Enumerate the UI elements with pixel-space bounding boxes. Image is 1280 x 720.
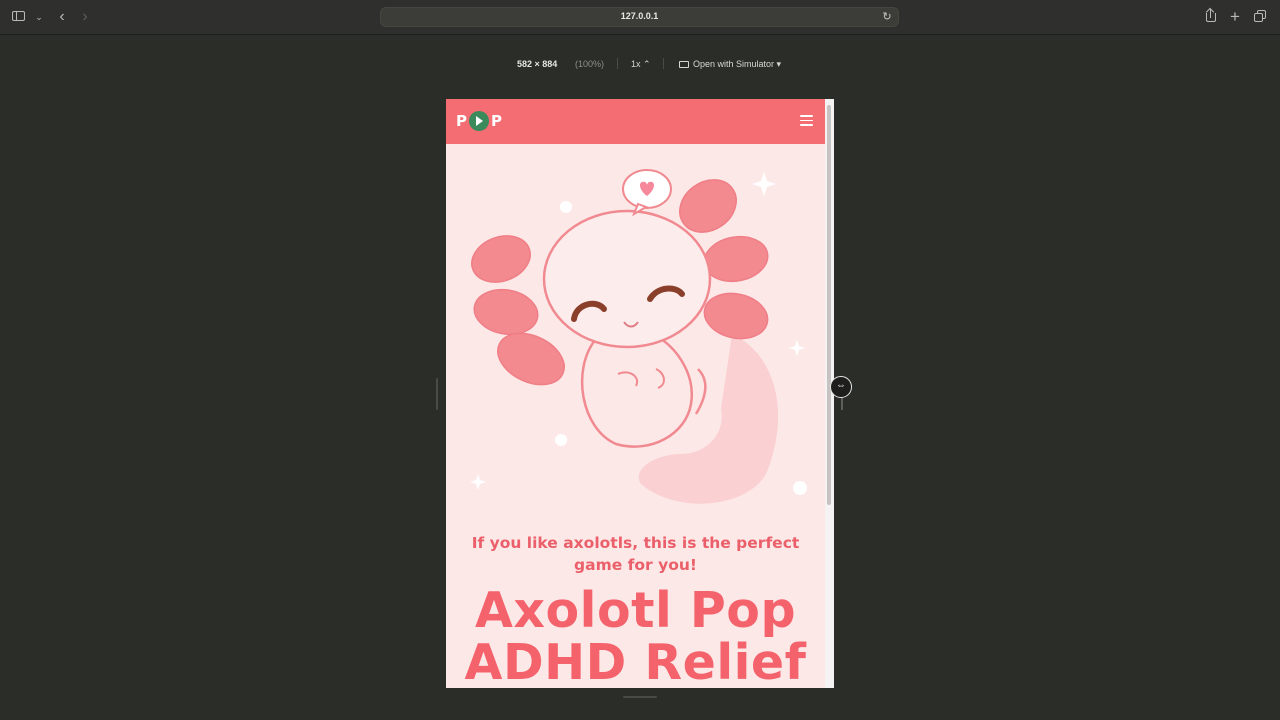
reload-icon[interactable]: ↻ — [881, 11, 893, 23]
device-viewport: P P If you like axolotls, this is the pe… — [446, 99, 834, 688]
logo-letter: P — [491, 112, 502, 130]
device-icon — [679, 61, 689, 68]
address-bar[interactable]: 127.0.0.1 ↻ — [380, 7, 899, 27]
axolotl-illustration — [470, 169, 807, 504]
site-header: P P — [446, 99, 825, 144]
divider — [663, 58, 664, 69]
open-with-simulator-button[interactable]: Open with Simulator ▾ — [679, 59, 781, 70]
bottom-resize-handle[interactable] — [623, 696, 657, 698]
site-logo[interactable]: P P — [456, 111, 502, 131]
play-icon — [469, 111, 489, 131]
divider — [617, 58, 618, 69]
resize-handle-stem[interactable] — [841, 398, 843, 410]
sidebar-icon[interactable] — [12, 8, 28, 26]
page-title: Axolotl Pop ADHD Relief — [446, 582, 825, 689]
url-text: 127.0.0.1 — [620, 11, 659, 21]
hamburger-menu-icon[interactable] — [800, 115, 813, 126]
scrollbar-thumb[interactable] — [827, 105, 831, 505]
new-tab-button[interactable]: + — [1228, 8, 1242, 26]
tagline: If you like axolotls, this is the perfec… — [471, 534, 800, 574]
viewport-zoom: (100%) — [575, 59, 605, 69]
resize-handle-icon[interactable] — [830, 376, 852, 398]
back-button[interactable]: ‹ — [55, 8, 69, 26]
viewport-size[interactable]: 582 × 884 — [517, 59, 557, 69]
title-line: ADHD Relief — [464, 634, 807, 689]
forward-button[interactable]: › — [78, 8, 92, 26]
browser-toolbar: ⌄ ‹ › 127.0.0.1 ↻ + — [0, 0, 1280, 35]
tab-overview-icon[interactable] — [1254, 8, 1268, 26]
responsive-design-bar: 582 × 884 (100%) 1x ⌃ Open with Simulato… — [0, 57, 1280, 71]
open-with-simulator-label: Open with Simulator ▾ — [693, 59, 782, 69]
left-resize-handle[interactable] — [436, 378, 438, 410]
scale-selector[interactable]: 1x ⌃ — [631, 59, 651, 70]
title-line: Axolotl Pop — [474, 582, 797, 639]
logo-letter: P — [456, 112, 467, 130]
share-icon[interactable] — [1204, 8, 1218, 26]
chevron-down-icon[interactable]: ⌄ — [34, 8, 44, 26]
